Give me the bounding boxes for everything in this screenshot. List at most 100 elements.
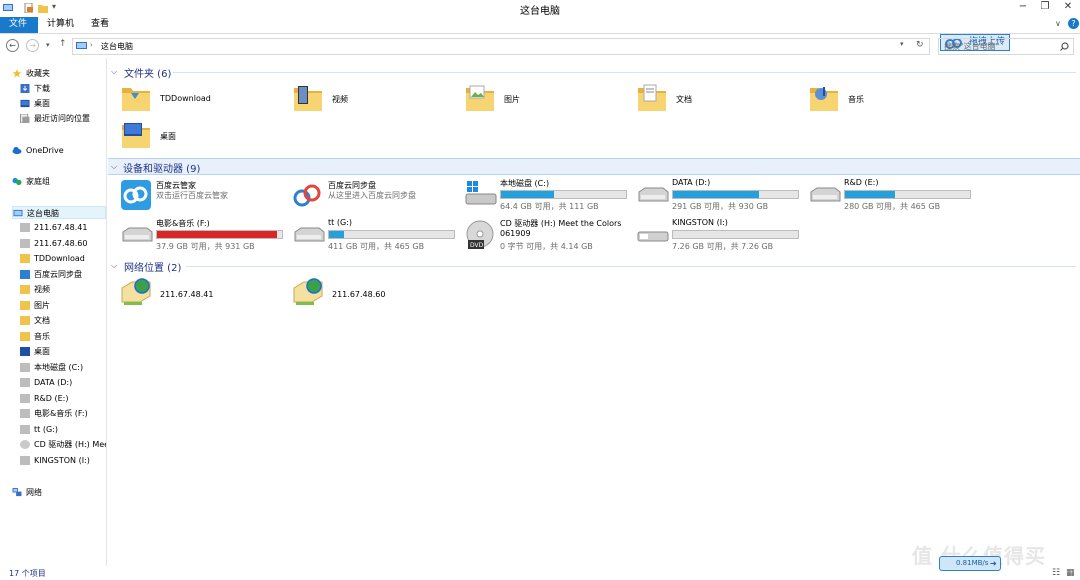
search-input[interactable]: 搜索"这台电脑": [938, 38, 1074, 55]
desktop-folder-icon: [122, 123, 150, 148]
drive-rd-e[interactable]: R&D (E:) 280 GB 可用，共 465 GB: [808, 178, 978, 214]
sidebar-item-local-c[interactable]: 本地磁盘 (C:): [20, 361, 106, 374]
sidebar-item-cd-h[interactable]: CD 驱动器 (H:) Meet the Colors 061909: [20, 438, 106, 451]
drive-kingston-i[interactable]: KINGSTON (I:) 7.26 GB 可用，共 7.26 GB: [636, 218, 806, 254]
breadcrumb-chevron-icon[interactable]: ›: [90, 41, 93, 49]
upload-speed-widget[interactable]: 0.81MB/s ➜: [939, 556, 1001, 571]
group-label: 网络位置 (2): [124, 263, 182, 274]
sidebar-item-music[interactable]: 音乐: [20, 330, 106, 343]
drive-data-d[interactable]: DATA (D:) 291 GB 可用，共 930 GB: [636, 178, 806, 214]
folder-videos[interactable]: 视频: [292, 82, 462, 116]
sidebar-item-pictures[interactable]: 图片: [20, 299, 106, 312]
drive-name: DATA (D:): [672, 178, 711, 187]
tab-view[interactable]: 查看: [82, 17, 118, 33]
music-folder-icon: [810, 87, 838, 111]
drive-baidu-cloud-manager[interactable]: 百度云管家 双击运行百度云管家: [120, 178, 290, 214]
sidebar-item-label: CD 驱动器 (H:) Meet the Colors 061909: [34, 440, 106, 449]
folder-documents[interactable]: 文档: [636, 82, 806, 116]
history-dropdown-icon[interactable]: ▾: [900, 40, 904, 48]
large-icons-view-icon[interactable]: ▦: [1066, 568, 1075, 578]
usage-bar: [500, 190, 627, 199]
usage-bar: [844, 190, 971, 199]
sidebar-item-network[interactable]: 网络: [12, 486, 106, 499]
sidebar-item-documents[interactable]: 文档: [20, 314, 106, 327]
sidebar-item-desktop[interactable]: 桌面: [20, 345, 106, 358]
sidebar-item-net-41[interactable]: 211.67.48.41: [20, 221, 106, 234]
refresh-icon[interactable]: ↻: [916, 40, 924, 50]
forward-button[interactable]: →: [26, 39, 39, 52]
group-header-network[interactable]: ⌵ 网络位置 (2): [111, 258, 1076, 274]
network-location-60[interactable]: 211.67.48.60: [292, 278, 462, 312]
sidebar-item-desktop[interactable]: 桌面: [20, 97, 106, 110]
expand-ribbon-icon[interactable]: ∨: [1055, 19, 1061, 28]
recent-locations-icon[interactable]: ▾: [46, 41, 50, 49]
group-header-folders[interactable]: ⌵ 文件夹 (6): [111, 64, 1076, 80]
chevron-down-icon[interactable]: ⌵: [111, 261, 117, 271]
sidebar-item-downloads[interactable]: 下载: [20, 82, 106, 95]
folder-tddownload[interactable]: TDDownload: [120, 82, 290, 116]
address-bar-row: ← → ▾ ↑ › 这台电脑 ▾ ↻ 搜索"这台电脑": [0, 35, 1080, 57]
folder-music[interactable]: 音乐: [808, 82, 978, 116]
sidebar-item-rd-e[interactable]: R&D (E:): [20, 392, 106, 405]
baidu-sync-icon: [20, 269, 30, 279]
network-drive-icon: [20, 223, 30, 232]
close-button[interactable]: ✕: [1056, 0, 1080, 14]
usage-bar-fill: [845, 191, 895, 198]
back-button[interactable]: ←: [6, 39, 19, 52]
details-view-icon[interactable]: ☷: [1052, 568, 1060, 578]
sidebar-item-net-60[interactable]: 211.67.48.60: [20, 237, 106, 250]
sidebar-item-movies-f[interactable]: 电影&音乐 (F:): [20, 407, 106, 420]
up-button[interactable]: ↑: [59, 39, 67, 49]
sidebar-item-label: 211.67.48.41: [34, 223, 88, 232]
drive-movies-music-f[interactable]: 电影&音乐 (F:) 37.9 GB 可用，共 931 GB: [120, 218, 290, 254]
sidebar-item-data-d[interactable]: DATA (D:): [20, 376, 106, 389]
breadcrumb-this-pc[interactable]: 这台电脑: [101, 41, 133, 52]
drive-capacity: 291 GB 可用，共 930 GB: [672, 202, 769, 211]
documents-folder-icon: [638, 84, 666, 111]
arrow-right-icon: ➜: [990, 559, 997, 568]
drive-name-line2: 061909: [500, 229, 531, 238]
maximize-button[interactable]: ❐: [1034, 0, 1056, 14]
usb-drive-icon: [20, 455, 30, 465]
sidebar-item-recent[interactable]: 最近访问的位置: [20, 112, 106, 125]
group-divider: [173, 72, 1076, 73]
network-location-41[interactable]: 211.67.48.41: [120, 278, 290, 312]
drive-baidu-cloud-sync[interactable]: 百度云同步盘 从这里进入百度云同步盘: [292, 178, 462, 214]
sidebar-item-homegroup[interactable]: 家庭组: [12, 175, 106, 188]
chevron-down-icon[interactable]: ⌵: [111, 67, 117, 77]
sidebar-item-label: tt (G:): [34, 424, 58, 434]
sidebar-item-tddownload[interactable]: TDDownload: [20, 252, 106, 265]
drive-tt-g[interactable]: tt (G:) 411 GB 可用，共 465 GB: [292, 218, 462, 254]
computer-icon: [76, 42, 87, 49]
group-header-devices[interactable]: ⌵ 设备和驱动器 (9): [108, 158, 1080, 175]
hard-drive-icon: [122, 227, 153, 242]
folder-icon: [122, 88, 150, 111]
drive-name: 电影&音乐 (F:): [156, 219, 210, 228]
drive-local-disk-c[interactable]: 本地磁盘 (C:) 64.4 GB 可用，共 111 GB: [464, 178, 634, 214]
sidebar-item-baidu-sync[interactable]: 百度云同步盘: [20, 268, 106, 281]
sidebar-item-tt-g[interactable]: tt (G:): [20, 423, 106, 436]
address-field[interactable]: › 这台电脑 ▾ ↻: [72, 38, 930, 55]
usb-drive-icon: [637, 231, 669, 242]
minimize-button[interactable]: −: [1012, 0, 1034, 14]
search-icon[interactable]: [1060, 42, 1069, 51]
group-label: 设备和驱动器 (9): [123, 164, 201, 175]
sidebar-item-videos[interactable]: 视频: [20, 283, 106, 296]
homegroup-icon: [12, 177, 22, 186]
tab-file[interactable]: 文件: [0, 17, 38, 33]
sidebar-item-kingston-i[interactable]: KINGSTON (I:): [20, 454, 106, 467]
chevron-down-icon[interactable]: ⌵: [111, 162, 117, 172]
folder-pictures[interactable]: 图片: [464, 82, 634, 116]
content-area: ⌵ 文件夹 (6) TDDownload 视频 图片 文档 音乐桌面 ⌵ 设备和驱动器 …: [108, 58, 1080, 566]
drive-cd-drive-h[interactable]: DVD CD 驱动器 (H:) Meet the Colors 061909 0 字节…: [464, 218, 634, 254]
drive-icon: [20, 409, 30, 418]
tab-computer[interactable]: 计算机: [38, 17, 83, 33]
dvd-drive-icon: [20, 440, 30, 449]
computer-icon: [13, 209, 23, 217]
help-icon[interactable]: ?: [1068, 18, 1079, 29]
desktop-icon: [20, 347, 30, 356]
folder-desktop[interactable]: 桌面: [120, 119, 290, 153]
sidebar-item-this-pc[interactable]: 这台电脑: [12, 206, 106, 219]
sidebar-item-favorites[interactable]: 收藏夹: [12, 67, 106, 80]
sidebar-item-onedrive[interactable]: OneDrive: [12, 144, 106, 157]
